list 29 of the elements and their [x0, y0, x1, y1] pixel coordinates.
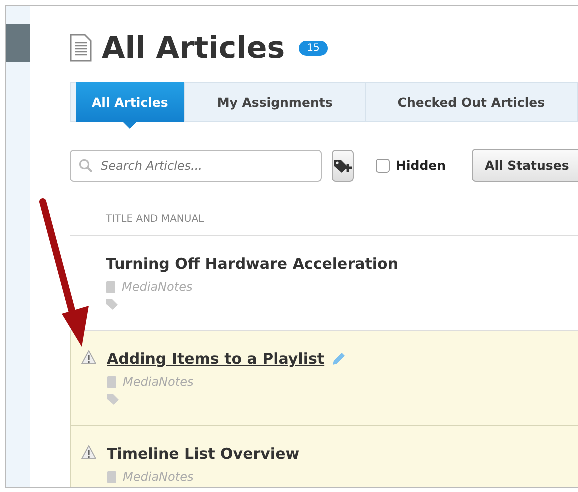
book-icon — [107, 470, 117, 484]
book-icon — [107, 376, 117, 388]
document-icon — [70, 34, 92, 62]
article-row[interactable]: Adding Items to a Playlist MediaNotes — [70, 331, 578, 426]
article-title[interactable]: Turning Off Hardware Acceleration — [106, 255, 399, 273]
manual-name: MediaNotes — [123, 470, 194, 484]
search-field[interactable]: Search Articles... — [70, 150, 322, 182]
search-icon — [79, 158, 93, 172]
manual-name: MediaNotes — [122, 280, 193, 294]
add-tag-button[interactable] — [332, 150, 354, 182]
article-row[interactable]: Timeline List Overview MediaNotes — [70, 426, 578, 487]
book-icon — [106, 280, 116, 294]
tag-icon — [107, 394, 119, 405]
pencil-icon[interactable] — [330, 352, 346, 366]
article-title[interactable]: Adding Items to a Playlist — [107, 350, 325, 368]
page-title: All Articles — [102, 30, 286, 66]
tab[interactable]: My Assignments — [185, 83, 366, 121]
status-filter-button[interactable]: All Statuses — [472, 149, 578, 182]
hidden-checkbox[interactable] — [376, 158, 390, 172]
tab-pointer-icon — [123, 122, 138, 129]
tag-icon — [106, 299, 118, 310]
article-count: 15 — [299, 40, 328, 56]
manual-name: MediaNotes — [123, 375, 194, 389]
sidebar-block — [6, 24, 30, 62]
tab[interactable]: Checked Out Articles — [366, 83, 578, 121]
tag-plus-icon — [333, 158, 353, 174]
hidden-label: Hidden — [396, 158, 446, 173]
column-header: TITLE AND MANUAL — [70, 182, 578, 236]
article-title[interactable]: Timeline List Overview — [107, 445, 300, 463]
